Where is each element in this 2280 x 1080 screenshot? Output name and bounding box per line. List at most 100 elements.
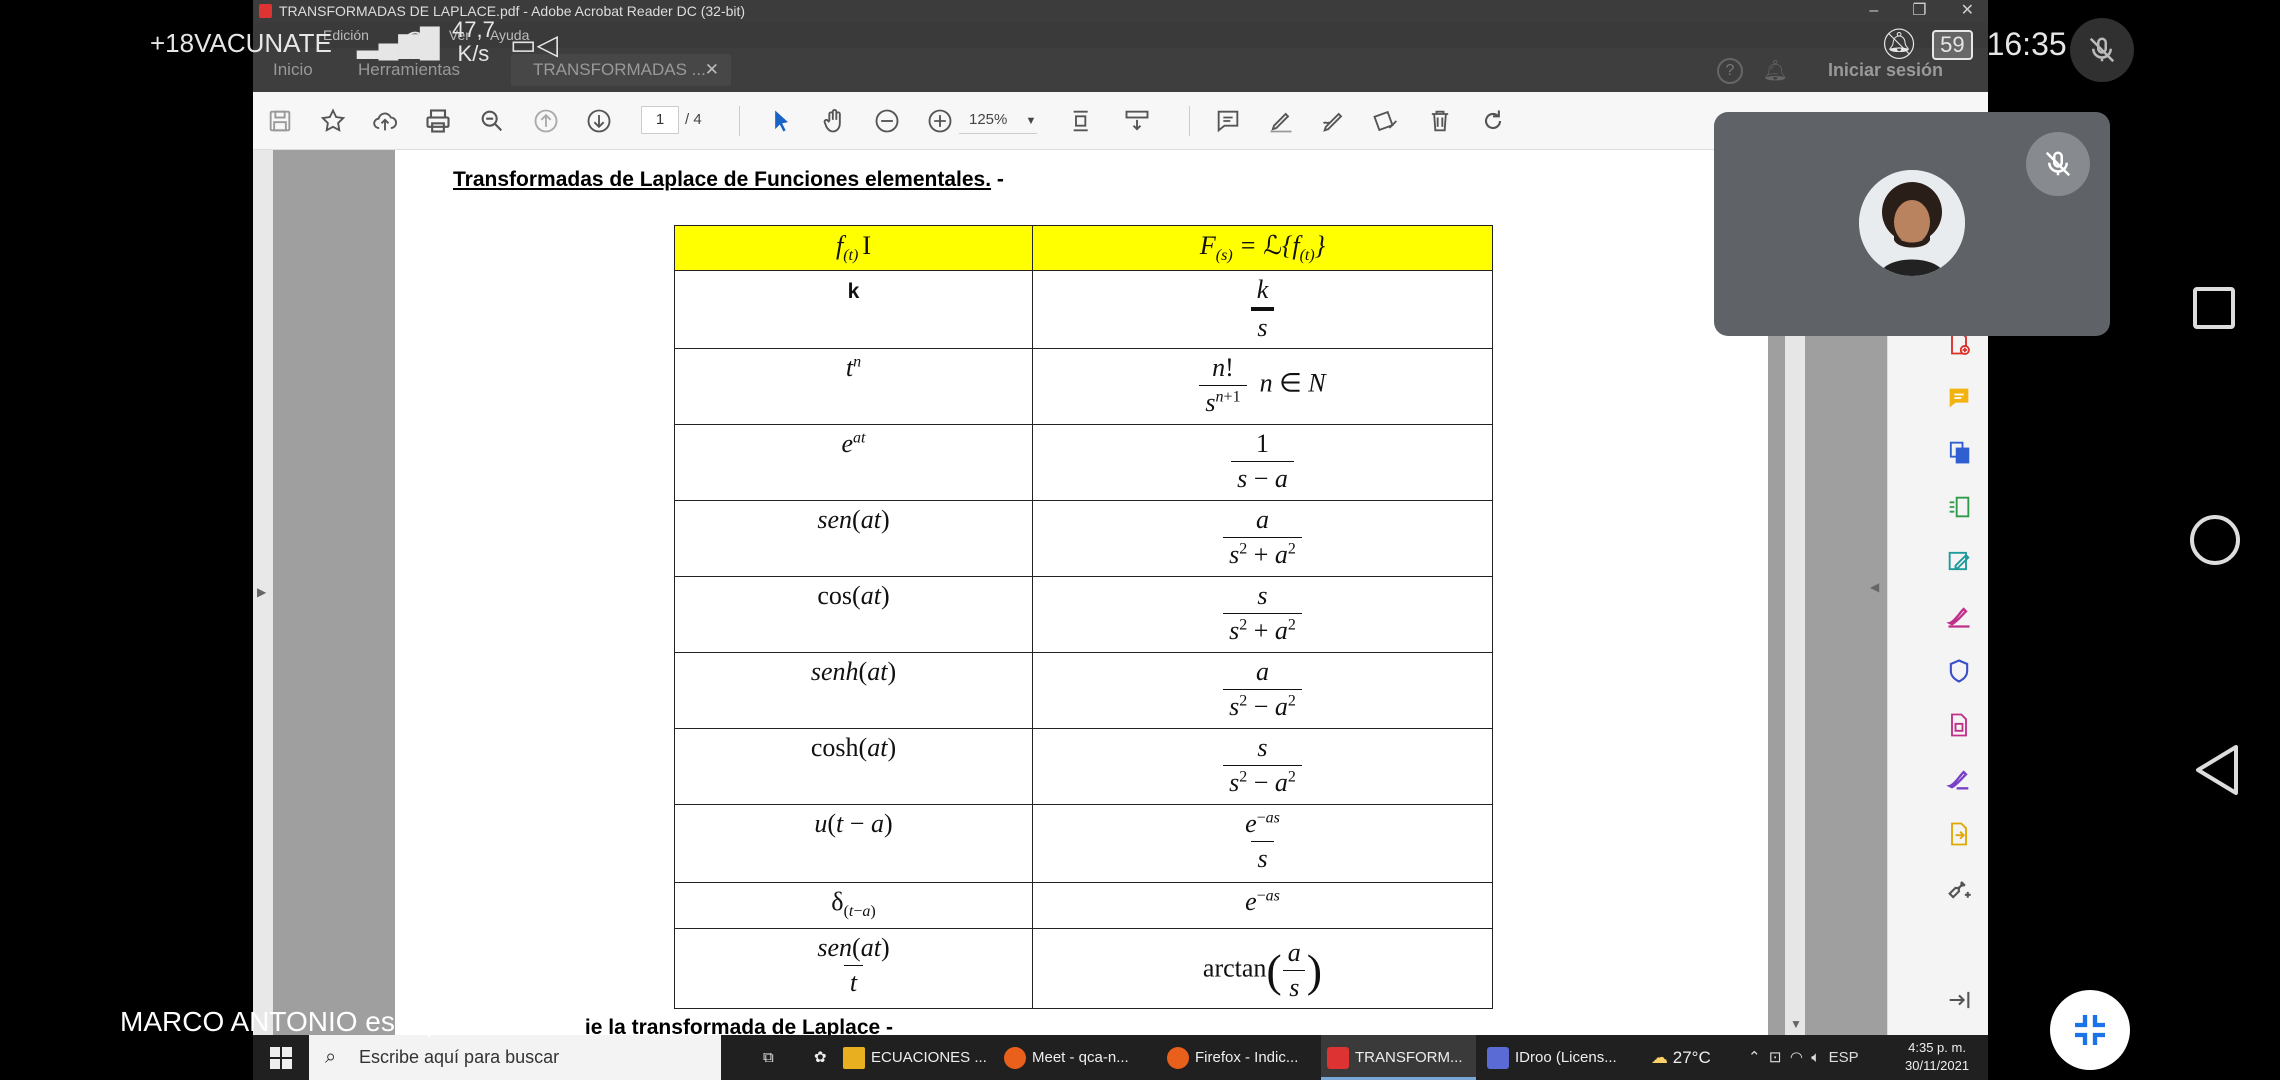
volume-icon[interactable]: 🔈︎ bbox=[1811, 1049, 1820, 1066]
export-pdf-icon[interactable] bbox=[1944, 437, 1974, 467]
tray-weather[interactable]: ☁ 27°C bbox=[1651, 1035, 1711, 1080]
cell-F: 1s − a bbox=[1032, 424, 1493, 501]
taskbar-app-idroo[interactable]: IDroo (Licens... bbox=[1481, 1035, 1636, 1080]
zoom-out-icon[interactable] bbox=[870, 104, 904, 138]
left-panel-toggle[interactable]: ▶ bbox=[253, 150, 273, 1035]
collapse-right-pane-icon[interactable] bbox=[1944, 985, 1974, 1015]
participant-mic-off-icon bbox=[2026, 132, 2090, 196]
table-row: δ(t−a) e−as bbox=[674, 882, 1493, 929]
chevron-down-icon: ▼ bbox=[1025, 115, 1037, 127]
window-controls: – ❐ ✕ bbox=[1869, 0, 1974, 22]
cell-F: n! sn+1 n ∈ N bbox=[1032, 348, 1493, 425]
table-row: u(t − a) e−as s bbox=[674, 804, 1493, 883]
save-icon[interactable] bbox=[263, 104, 297, 138]
video-icon: ▭◁ bbox=[510, 29, 558, 60]
tab-document-label: TRANSFORMADAS ... bbox=[533, 60, 706, 79]
toolbar-divider bbox=[739, 106, 740, 136]
page-heading: Transformadas de Laplace de Funciones el… bbox=[453, 168, 1004, 192]
wifi-icon[interactable]: ◠ bbox=[1790, 1049, 1803, 1066]
hand-tool-icon[interactable] bbox=[817, 104, 851, 138]
taskbar-app-firefox[interactable]: Firefox - Indic... bbox=[1161, 1035, 1316, 1080]
taskbar-app-label: IDroo (Licens... bbox=[1515, 1049, 1617, 1066]
meet-now-icon[interactable]: ⊡ bbox=[1769, 1049, 1782, 1066]
compress-pdf-icon[interactable] bbox=[1944, 710, 1974, 740]
zoom-level-select[interactable]: 125% ▼ bbox=[959, 106, 1037, 134]
collapse-pane-icon[interactable]: ◀ bbox=[1870, 580, 1879, 594]
restore-button[interactable]: ❐ bbox=[1912, 0, 1926, 22]
delete-icon[interactable] bbox=[1423, 104, 1457, 138]
previous-page-icon[interactable] bbox=[529, 104, 563, 138]
chevron-down-icon[interactable]: ▼ bbox=[1790, 1017, 1802, 1031]
window-titlebar: TRANSFORMADAS DE LAPLACE.pdf - Adobe Acr… bbox=[253, 0, 1988, 22]
task-view-icon[interactable]: ⧉ bbox=[737, 1035, 774, 1080]
screen: { "android": { "carrier": "+18VACUNATE",… bbox=[0, 0, 2280, 1080]
rotate-icon[interactable] bbox=[1476, 104, 1510, 138]
net-speed-unit: K/s bbox=[457, 41, 490, 66]
cell-F: e−as bbox=[1032, 882, 1493, 929]
close-tab-icon[interactable]: ✕ bbox=[705, 54, 719, 86]
table-row: cos(at) s s2 + a2 bbox=[674, 576, 1493, 653]
more-tools-icon[interactable] bbox=[1944, 874, 1974, 904]
page-number-input[interactable]: 1 bbox=[641, 106, 679, 134]
cell-f: k bbox=[674, 270, 1033, 349]
send-for-comments-icon[interactable] bbox=[1944, 819, 1974, 849]
close-window-button[interactable]: ✕ bbox=[1961, 0, 1974, 22]
cell-f-k: k bbox=[847, 280, 860, 303]
recent-apps-button[interactable] bbox=[2193, 287, 2235, 329]
cell-F: s s2 + a2 bbox=[1032, 576, 1493, 653]
participant-tile[interactable] bbox=[1714, 112, 2110, 336]
draw-icon[interactable] bbox=[1317, 104, 1351, 138]
table-row: tn n! sn+1 n ∈ N bbox=[674, 348, 1493, 425]
page-layout-icon[interactable] bbox=[1066, 104, 1100, 138]
taskbar-app-meet[interactable]: Meet - qca-n... bbox=[998, 1035, 1153, 1080]
star-icon[interactable] bbox=[316, 104, 350, 138]
acrobat-icon bbox=[1327, 1047, 1349, 1069]
sign-in-link[interactable]: Iniciar sesión bbox=[1828, 60, 1943, 81]
firefox-icon bbox=[1004, 1047, 1026, 1069]
table-row: cosh(at) s s2 − a2 bbox=[674, 728, 1493, 805]
home-button[interactable] bbox=[2190, 515, 2240, 565]
taskbar-app-acrobat[interactable]: TRANSFORM... bbox=[1321, 1035, 1476, 1080]
taskbar-search-box[interactable]: ⌕ Escribe aquí para buscar bbox=[309, 1035, 721, 1080]
clock-time: 4:35 p. m. bbox=[1908, 1040, 1966, 1055]
next-page-icon[interactable] bbox=[582, 104, 616, 138]
edit-pdf-icon[interactable] bbox=[1944, 546, 1974, 576]
table-row: sen(at) t arctan(a s) bbox=[674, 928, 1493, 1009]
taskbar-app-ecuaciones[interactable]: ECUACIONES ... bbox=[837, 1035, 992, 1080]
scroll-mode-icon[interactable] bbox=[1120, 104, 1154, 138]
status-right: 🔕︎ 59 16:35 bbox=[1880, 26, 2067, 63]
protect-icon[interactable] bbox=[1944, 656, 1974, 686]
language-indicator[interactable]: ESP bbox=[1829, 1049, 1859, 1066]
chevron-up-icon[interactable]: ⌃ bbox=[1748, 1049, 1761, 1066]
cell-F: e−as s bbox=[1032, 804, 1493, 883]
windows-start-button[interactable] bbox=[253, 1035, 309, 1080]
pdf-page: Transformadas de Laplace de Funciones el… bbox=[395, 150, 1768, 1039]
table-row: k ks bbox=[674, 270, 1493, 349]
zoom-in-icon[interactable] bbox=[923, 104, 957, 138]
fill-sign-icon[interactable] bbox=[1944, 601, 1974, 631]
bell-icon[interactable]: 🔔︎ bbox=[1763, 58, 1788, 83]
mic-off-icon[interactable] bbox=[2070, 18, 2134, 82]
tray-clock[interactable]: 4:35 p. m. 30/11/2021 bbox=[1905, 1039, 1969, 1075]
highlight-pen-icon[interactable] bbox=[1264, 104, 1298, 138]
print-icon[interactable] bbox=[421, 104, 455, 138]
comment-tool-icon[interactable] bbox=[1944, 383, 1974, 413]
minimize-button[interactable]: – bbox=[1869, 0, 1878, 22]
exit-fullscreen-button[interactable] bbox=[2050, 990, 2130, 1070]
participant-avatar bbox=[1859, 170, 1965, 276]
request-signature-icon[interactable] bbox=[1944, 764, 1974, 794]
help-icon[interactable]: ? bbox=[1717, 58, 1743, 84]
select-cursor-icon[interactable] bbox=[764, 104, 798, 138]
edit-text-icon[interactable] bbox=[1370, 104, 1404, 138]
battery-indicator: 59 bbox=[1932, 29, 1973, 60]
comment-icon[interactable] bbox=[1211, 104, 1245, 138]
table-row: sen(at) a s2 + a2 bbox=[674, 500, 1493, 577]
mute-notifications-icon: 🔕︎ bbox=[1880, 28, 1919, 61]
app-launcher-icon[interactable]: ✿ bbox=[788, 1035, 827, 1080]
taskbar-app-label: Meet - qca-n... bbox=[1032, 1049, 1129, 1066]
cloud-upload-icon[interactable] bbox=[368, 104, 402, 138]
organize-pages-icon[interactable] bbox=[1944, 492, 1974, 522]
document-viewer[interactable]: ▶ Transformadas de Laplace de Funciones … bbox=[253, 150, 1887, 1039]
back-button[interactable] bbox=[2192, 743, 2242, 802]
zoom-search-icon[interactable] bbox=[475, 104, 509, 138]
